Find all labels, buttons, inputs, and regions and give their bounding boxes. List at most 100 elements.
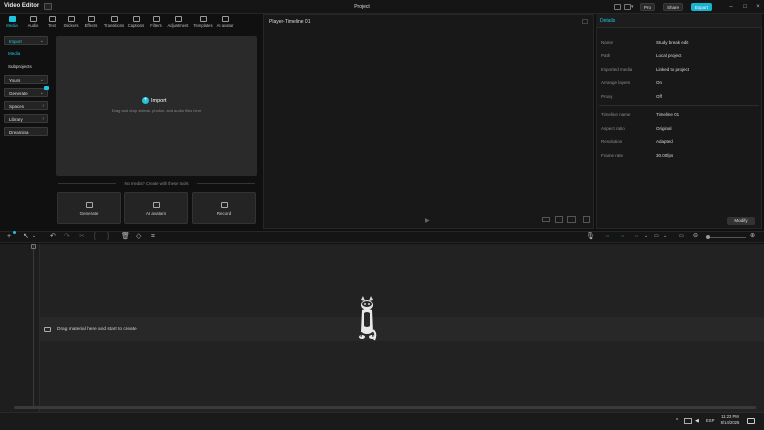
playhead-handle-icon[interactable] — [31, 244, 36, 249]
nav-dreamina[interactable]: Dreamina — [4, 127, 48, 136]
nav-media[interactable]: Media — [4, 49, 48, 58]
split-left-icon[interactable]: [ — [94, 233, 96, 240]
filters-icon — [152, 16, 160, 22]
effects-icon — [87, 16, 95, 22]
tool-ai-avatar[interactable]: AI avatar — [215, 15, 235, 31]
layout-icon[interactable] — [614, 4, 621, 10]
detail-value: On — [656, 80, 663, 85]
drag-material-hint: Drag material here and start to create — [57, 327, 137, 332]
details-title: Details — [596, 14, 762, 28]
nav-spaces[interactable]: Spaces › — [4, 101, 48, 110]
select-tool-icon[interactable]: ↖ — [23, 233, 29, 240]
menu-icon[interactable] — [44, 3, 52, 10]
generate-card[interactable]: Generate — [57, 192, 121, 224]
tool-captions[interactable]: Captions — [126, 15, 146, 31]
stickers-icon — [67, 16, 75, 22]
preview-axis-icon[interactable]: ▭ — [654, 233, 659, 240]
caption-icon[interactable]: ▭ — [679, 233, 684, 240]
detail-label: Frame rate — [601, 153, 624, 158]
zoom-in-icon[interactable]: ⊕ — [750, 233, 755, 240]
play-icon[interactable]: ▶ — [425, 217, 430, 224]
main-track[interactable] — [40, 317, 764, 341]
pro-button[interactable]: Pro — [640, 3, 656, 11]
redo-icon[interactable]: ↷ — [64, 233, 70, 240]
display-icon[interactable] — [684, 418, 692, 424]
tool-templates[interactable]: Templates — [192, 15, 214, 31]
chevron-down-icon[interactable]: ⌄ — [644, 233, 648, 240]
audio-icon — [29, 16, 37, 22]
zoom-slider[interactable] — [706, 237, 746, 238]
settings-icon[interactable]: ▾ — [631, 4, 638, 10]
split-icon[interactable]: ✂ — [79, 233, 85, 240]
timeline-scrollbar[interactable] — [14, 406, 756, 409]
zoom-out-icon[interactable]: ⊖ — [693, 233, 698, 240]
record-card[interactable]: Record — [192, 192, 256, 224]
nav-generate[interactable]: Generate ⌄ — [4, 88, 48, 97]
tool-audio[interactable]: Audio — [26, 15, 40, 31]
export-button[interactable]: Export — [691, 3, 713, 11]
detail-label: Resolution — [601, 139, 623, 144]
modify-button[interactable]: Modify — [727, 217, 755, 225]
detail-label: Aspect ratio — [601, 126, 625, 131]
left-nav: Import ⌄ Media Subprojects Yours ⌄ Generat… — [4, 36, 50, 228]
nav-import[interactable]: Import ⌄ — [4, 36, 48, 45]
transitions-icon — [110, 16, 118, 22]
tool-stickers[interactable]: Stickers — [62, 15, 80, 31]
drag-hint: Drag and drop videos, photos, and audio … — [111, 108, 202, 113]
split-right-icon[interactable]: ] — [107, 233, 109, 240]
project-title[interactable]: Project — [340, 4, 384, 10]
zoom-slider-handle[interactable] — [706, 235, 710, 239]
crop-timeline-icon[interactable]: ⌗ — [151, 233, 155, 240]
indicator-dot — [13, 231, 16, 234]
ratio-icon[interactable] — [542, 217, 550, 222]
undo-icon[interactable]: ↶ — [50, 233, 56, 240]
marker-icon[interactable]: ◇ — [136, 233, 141, 240]
chevron-up-icon[interactable]: ^ — [676, 418, 678, 424]
auto-snapping-icon[interactable]: ⇔ — [620, 233, 625, 240]
keyboard-icon[interactable] — [624, 4, 631, 10]
tool-media[interactable]: Media — [4, 15, 20, 31]
minimize-icon[interactable]: – — [727, 4, 735, 10]
delete-icon[interactable]: 🗑 — [121, 233, 130, 240]
share-button[interactable]: Share — [663, 3, 684, 11]
nav-library[interactable]: Library › — [4, 114, 48, 123]
close-icon[interactable]: × — [754, 4, 762, 10]
main-track-magnet-icon[interactable]: ⇔ — [605, 233, 610, 240]
os-taskbar — [0, 412, 764, 430]
nav-yours[interactable]: Yours ⌄ — [4, 75, 48, 84]
playhead-line[interactable] — [33, 244, 34, 406]
detail-value: Local project — [656, 53, 682, 58]
tool-effects[interactable]: Effects — [83, 15, 99, 31]
chevron-down-icon[interactable]: ⌄ — [663, 233, 667, 240]
ai-avatar-icon — [221, 16, 229, 22]
nav-subprojects[interactable]: Subprojects — [4, 62, 48, 71]
tool-adjustment[interactable]: Adjustment — [166, 15, 190, 31]
detail-value: 30.00fps — [656, 153, 674, 158]
volume-icon[interactable]: ◀ — [695, 418, 699, 424]
chevron-down-icon[interactable]: ⌄ — [32, 233, 36, 240]
crop-icon[interactable] — [555, 216, 563, 223]
no-media-text: No media? Create with these tools — [124, 181, 189, 186]
detail-value: Study break edit — [656, 40, 689, 45]
import-button[interactable]: + Import — [142, 97, 202, 105]
maximize-icon[interactable]: □ — [741, 4, 749, 10]
notifications-icon[interactable] — [747, 418, 755, 424]
player-menu-icon[interactable] — [582, 19, 588, 24]
linkage-icon[interactable]: ⇔ — [634, 233, 639, 240]
microphone-icon[interactable]: 🎙 — [586, 233, 595, 240]
app-title: Video Editor — [4, 3, 40, 9]
import-drop-zone[interactable] — [56, 36, 257, 176]
expand-icon[interactable] — [583, 216, 590, 223]
detail-label: Imported media — [601, 67, 633, 72]
ai-avatars-card[interactable]: AI avatars — [124, 192, 188, 224]
tool-text[interactable]: Text — [46, 15, 58, 31]
track-header-column — [0, 244, 40, 412]
new-badge-icon — [44, 86, 49, 90]
captions-icon — [132, 16, 140, 22]
fullscreen-preview-icon[interactable] — [567, 216, 576, 223]
tool-filters[interactable]: Filters — [148, 15, 164, 31]
tool-transitions[interactable]: Transitions — [102, 15, 126, 31]
language-indicator[interactable]: ESP — [706, 418, 714, 423]
add-track-icon[interactable]: + — [7, 233, 11, 240]
system-clock[interactable]: 11:23 PM 8/14/2026 — [717, 414, 743, 426]
